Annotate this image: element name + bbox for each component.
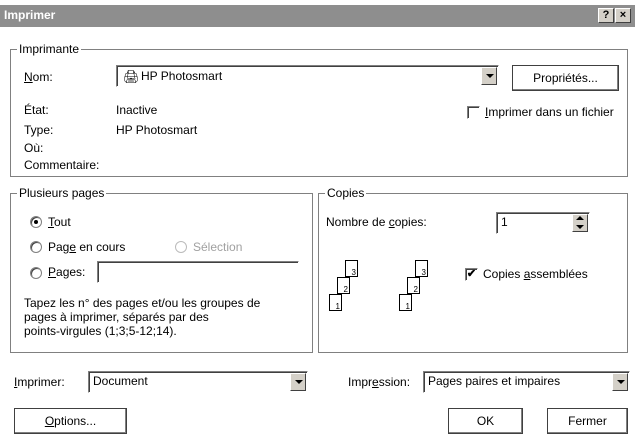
radio-current-page[interactable]: [30, 241, 42, 253]
copies-count-label: Nombre de copies:: [326, 215, 427, 229]
printer-name-value: HP Photosmart: [141, 69, 223, 83]
where-label: Où:: [24, 141, 44, 155]
print-range-value: Pages paires et impaires: [428, 374, 561, 388]
ok-button[interactable]: OK: [448, 408, 523, 434]
printer-name-select[interactable]: 🖨 HP Photosmart: [116, 65, 499, 87]
state-value: Inactive: [116, 103, 158, 117]
radio-all-label: Tout: [48, 215, 71, 229]
print-range-label: Impression:: [348, 375, 411, 389]
collate-label: Copies assemblées: [483, 267, 588, 281]
print-dialog: Imprimer ? × Imprimante Nom: 🖨 HP Photos…: [0, 5, 635, 436]
chevron-down-icon[interactable]: [612, 373, 628, 391]
title-bar: Imprimer ? ×: [0, 5, 635, 27]
printer-group-legend: Imprimante: [17, 42, 82, 56]
radio-pages-label: Pages:: [48, 265, 86, 279]
page-icon-1a: 1: [329, 294, 342, 311]
pages-help-line-3: points-virgules (1;3;5-12;14).: [24, 324, 177, 338]
page-icon-1b: 1: [399, 294, 412, 311]
copies-count-value: 1: [501, 215, 508, 229]
chevron-down-icon[interactable]: [481, 67, 497, 85]
print-what-label: Imprimer:: [14, 375, 65, 389]
comment-label: Commentaire:: [24, 158, 100, 172]
state-label: État:: [24, 103, 49, 117]
close-dialog-button[interactable]: Fermer: [547, 408, 628, 434]
radio-selection[interactable]: [175, 241, 187, 253]
help-button[interactable]: ?: [598, 8, 614, 23]
printer-icon: 🖨: [123, 69, 140, 84]
page-icon-3a: 3: [345, 260, 358, 277]
spinner-down-icon[interactable]: [576, 225, 584, 229]
close-button[interactable]: ×: [615, 8, 631, 23]
spinner[interactable]: [572, 214, 588, 232]
pages-help-line-1: Tapez les n° des pages et/ou les groupes…: [24, 296, 261, 310]
page-icon-3b: 3: [415, 260, 428, 277]
print-what-select[interactable]: Document: [88, 371, 308, 393]
copies-group-legend: Copies: [325, 186, 367, 200]
chevron-down-icon[interactable]: [290, 373, 306, 391]
radio-selection-label: Sélection: [193, 240, 243, 254]
pages-group-legend: Plusieurs pages: [17, 186, 107, 200]
copies-count-input[interactable]: 1: [496, 212, 590, 234]
page-icon-2b: 2: [407, 277, 420, 294]
page-icon-2a: 2: [337, 277, 350, 294]
radio-pages[interactable]: [30, 267, 42, 279]
pages-input[interactable]: [97, 261, 299, 283]
type-value: HP Photosmart: [116, 123, 198, 137]
options-button[interactable]: Options...: [14, 408, 127, 434]
print-range-select[interactable]: Pages paires et impaires: [423, 371, 630, 393]
print-to-file-label: Imprimer dans un fichier: [485, 105, 614, 119]
collate-checkbox[interactable]: ✔: [465, 268, 478, 281]
type-label: Type:: [24, 123, 54, 137]
radio-current-page-label: Page en cours: [48, 240, 126, 254]
radio-all[interactable]: [30, 216, 42, 228]
print-to-file-checkbox[interactable]: [467, 106, 480, 119]
dialog-title: Imprimer: [4, 8, 56, 22]
properties-button[interactable]: Propriétés...: [512, 65, 619, 91]
spinner-up-icon[interactable]: [576, 216, 584, 220]
printer-name-label: Nom:: [24, 70, 53, 84]
print-what-value: Document: [93, 374, 148, 388]
pages-help-line-2: pages à imprimer, séparés par des: [24, 310, 209, 324]
